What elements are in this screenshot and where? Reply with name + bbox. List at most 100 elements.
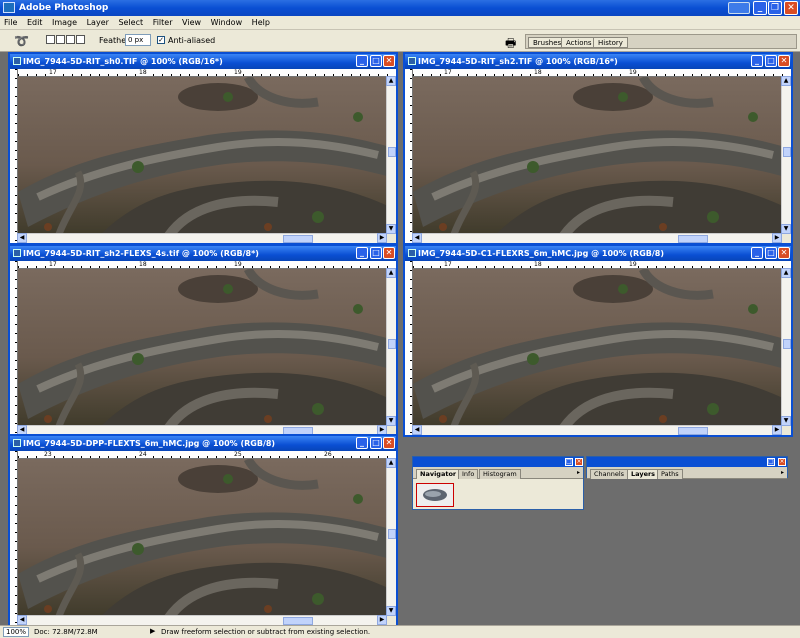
- antialiased-checkbox[interactable]: ✓: [157, 36, 165, 44]
- scroll-right-icon[interactable]: ▶: [377, 233, 387, 243]
- doc-close-button[interactable]: ✕: [383, 55, 395, 67]
- tab-history[interactable]: History: [593, 37, 628, 48]
- palette-menu-arrow-icon[interactable]: ▸: [781, 469, 784, 476]
- doc-close-button[interactable]: ✕: [383, 247, 395, 259]
- scroll-thumb[interactable]: [282, 235, 313, 243]
- palette-title-bar[interactable]: □ ×: [413, 457, 583, 467]
- vertical-scrollbar[interactable]: ▲ ▼: [386, 268, 396, 426]
- scroll-thumb[interactable]: [388, 147, 396, 158]
- vertical-ruler[interactable]: [405, 69, 413, 243]
- vertical-scrollbar[interactable]: ▲ ▼: [781, 268, 791, 426]
- horizontal-ruler[interactable]: 23 24 25 26: [18, 451, 396, 459]
- document-window[interactable]: IMG_7944-5D-RIT_sh2-FLEXS_4s.tif @ 100% …: [8, 244, 398, 437]
- vertical-scrollbar[interactable]: ▲ ▼: [386, 76, 396, 234]
- navigator-thumbnail[interactable]: [416, 483, 454, 507]
- scroll-thumb[interactable]: [388, 339, 396, 350]
- scroll-down-icon[interactable]: ▼: [386, 224, 396, 234]
- vertical-scrollbar[interactable]: ▲ ▼: [386, 458, 396, 616]
- document-title-bar[interactable]: IMG_7944-5D-C1-FLEXRS_6m_hMC.jpg @ 100% …: [405, 246, 791, 261]
- document-title-bar[interactable]: IMG_7944-5D-RIT_sh2-FLEXS_4s.tif @ 100% …: [10, 246, 396, 261]
- scroll-down-icon[interactable]: ▼: [781, 416, 791, 426]
- palette-minimize-button[interactable]: □: [565, 458, 573, 466]
- menu-file[interactable]: File: [0, 16, 20, 27]
- scroll-thumb[interactable]: [783, 339, 791, 350]
- scroll-thumb[interactable]: [282, 617, 313, 625]
- scroll-left-icon[interactable]: ◀: [412, 233, 422, 243]
- menu-window[interactable]: Window: [207, 16, 246, 27]
- horizontal-scrollbar[interactable]: ◀ ▶: [412, 233, 782, 243]
- horizontal-ruler[interactable]: 17 18 19: [18, 69, 396, 77]
- image-canvas[interactable]: [18, 269, 386, 425]
- image-canvas[interactable]: [18, 77, 386, 233]
- scroll-right-icon[interactable]: ▶: [772, 233, 782, 243]
- horizontal-scrollbar[interactable]: ◀ ▶: [17, 615, 387, 625]
- document-window[interactable]: IMG_7944-5D-DPP-FLEXTS_6m_hMC.jpg @ 100%…: [8, 434, 398, 627]
- scroll-left-icon[interactable]: ◀: [17, 615, 27, 625]
- scroll-down-icon[interactable]: ▼: [386, 416, 396, 426]
- lasso-tool-icon[interactable]: ➰: [14, 34, 29, 48]
- tab-actions[interactable]: Actions: [561, 37, 597, 48]
- tab-navigator[interactable]: Navigator: [416, 469, 461, 479]
- vertical-ruler[interactable]: [10, 69, 18, 243]
- doc-close-button[interactable]: ✕: [778, 247, 790, 259]
- tab-info[interactable]: Info: [458, 469, 479, 479]
- doc-close-button[interactable]: ✕: [383, 437, 395, 449]
- tab-paths[interactable]: Paths: [657, 469, 683, 479]
- tab-histogram[interactable]: Histogram: [479, 469, 521, 479]
- go-to-bridge-icon[interactable]: [728, 2, 750, 14]
- menu-image[interactable]: Image: [48, 16, 80, 27]
- scroll-thumb[interactable]: [783, 147, 791, 158]
- zoom-field[interactable]: 100%: [3, 627, 29, 637]
- menu-layer[interactable]: Layer: [83, 16, 112, 27]
- doc-maximize-button[interactable]: □: [370, 55, 382, 67]
- image-canvas[interactable]: [18, 459, 386, 615]
- document-title-bar[interactable]: IMG_7944-5D-RIT_sh2.TIF @ 100% (RGB/16*)…: [405, 54, 791, 69]
- doc-maximize-button[interactable]: □: [370, 247, 382, 259]
- doc-minimize-button[interactable]: _: [751, 247, 763, 259]
- horizontal-ruler[interactable]: 17 18 19: [413, 69, 791, 77]
- tab-channels[interactable]: Channels: [590, 469, 629, 479]
- palette-title-bar[interactable]: □ ×: [587, 457, 787, 467]
- scroll-right-icon[interactable]: ▶: [377, 615, 387, 625]
- menu-edit[interactable]: Edit: [23, 16, 46, 27]
- intersect-selection-icon[interactable]: [76, 35, 85, 44]
- palette-close-button[interactable]: ×: [778, 458, 786, 466]
- doc-maximize-button[interactable]: □: [765, 55, 777, 67]
- document-window[interactable]: IMG_7944-5D-RIT_sh0.TIF @ 100% (RGB/16*)…: [8, 52, 398, 245]
- doc-close-button[interactable]: ✕: [778, 55, 790, 67]
- tab-layers[interactable]: Layers: [627, 469, 660, 479]
- scroll-down-icon[interactable]: ▼: [386, 606, 396, 616]
- image-canvas[interactable]: [413, 269, 781, 425]
- doc-minimize-button[interactable]: _: [751, 55, 763, 67]
- add-selection-icon[interactable]: [56, 35, 65, 44]
- menu-view[interactable]: View: [178, 16, 204, 27]
- horizontal-scrollbar[interactable]: ◀ ▶: [17, 233, 387, 243]
- close-button[interactable]: ✕: [784, 1, 798, 15]
- doc-minimize-button[interactable]: _: [356, 437, 368, 449]
- horizontal-ruler[interactable]: 17 18 19: [413, 261, 791, 269]
- scroll-left-icon[interactable]: ◀: [412, 425, 422, 435]
- scroll-thumb[interactable]: [388, 529, 396, 540]
- scroll-thumb[interactable]: [677, 427, 708, 435]
- menu-help[interactable]: Help: [248, 16, 273, 27]
- status-menu-arrow-icon[interactable]: ▶: [150, 627, 155, 635]
- scroll-right-icon[interactable]: ▶: [772, 425, 782, 435]
- image-canvas[interactable]: [413, 77, 781, 233]
- menu-select[interactable]: Select: [114, 16, 146, 27]
- scroll-down-icon[interactable]: ▼: [781, 224, 791, 234]
- scroll-up-icon[interactable]: ▲: [781, 268, 791, 278]
- vertical-ruler[interactable]: [10, 451, 18, 625]
- scroll-thumb[interactable]: [677, 235, 708, 243]
- document-window[interactable]: IMG_7944-5D-RIT_sh2.TIF @ 100% (RGB/16*)…: [403, 52, 793, 245]
- restore-button[interactable]: ❐: [768, 1, 782, 15]
- vertical-scrollbar[interactable]: ▲ ▼: [781, 76, 791, 234]
- subtract-selection-icon[interactable]: [66, 35, 75, 44]
- scroll-up-icon[interactable]: ▲: [386, 76, 396, 86]
- palette-minimize-button[interactable]: □: [767, 458, 775, 466]
- palette-menu-arrow-icon[interactable]: ▸: [577, 469, 580, 476]
- scroll-up-icon[interactable]: ▲: [386, 268, 396, 278]
- doc-maximize-button[interactable]: □: [370, 437, 382, 449]
- doc-minimize-button[interactable]: _: [356, 55, 368, 67]
- scroll-up-icon[interactable]: ▲: [781, 76, 791, 86]
- new-selection-icon[interactable]: [46, 35, 55, 44]
